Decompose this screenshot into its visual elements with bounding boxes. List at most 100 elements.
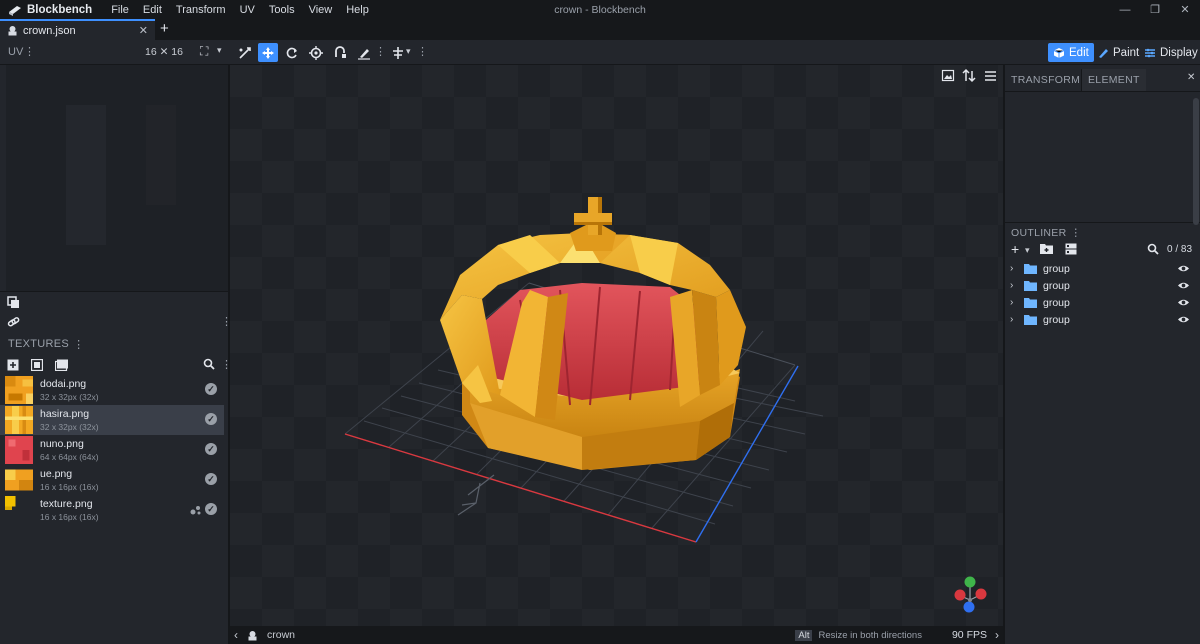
app-logo: Blockbench bbox=[0, 4, 92, 16]
minimize-button[interactable]: — bbox=[1110, 0, 1140, 19]
menu-tools[interactable]: Tools bbox=[262, 4, 302, 16]
toggle-list-icon[interactable] bbox=[1065, 243, 1077, 258]
menu-view[interactable]: View bbox=[302, 4, 340, 16]
import-texture-icon[interactable] bbox=[7, 359, 19, 374]
rotate-tool-icon[interactable] bbox=[282, 43, 302, 62]
texture-thumbnail bbox=[5, 469, 33, 491]
check-icon[interactable]: ✓ bbox=[205, 383, 217, 395]
texture-dimensions: 32 x 32px (32x) bbox=[40, 422, 99, 432]
model-icon bbox=[8, 26, 17, 36]
maximize-button[interactable]: ❐ bbox=[1140, 0, 1170, 19]
uv-copy-icon[interactable] bbox=[7, 296, 20, 312]
uv-editor[interactable] bbox=[6, 65, 228, 291]
mode-paint-button[interactable]: Paint bbox=[1092, 43, 1144, 62]
toolbar-menu-icon[interactable]: ⋮ bbox=[375, 45, 386, 58]
texture-thumbnail bbox=[5, 376, 33, 404]
chevron-right-icon[interactable]: › bbox=[1010, 314, 1022, 325]
tab-element[interactable]: ELEMENT bbox=[1082, 69, 1146, 91]
vertex-tool-icon[interactable] bbox=[330, 43, 350, 62]
outliner-scrollbar[interactable] bbox=[1193, 185, 1199, 225]
texture-item-texture[interactable]: texture.png 16 x 16px (16x) ✓ bbox=[0, 495, 224, 525]
chevron-left-icon[interactable]: ‹ bbox=[234, 628, 238, 642]
close-window-button[interactable]: ✕ bbox=[1170, 0, 1200, 19]
group-name: group bbox=[1043, 313, 1070, 326]
outliner-group-row[interactable]: › group bbox=[1005, 277, 1195, 294]
texture-item-nuno[interactable]: nuno.png 64 x 64px (64x) ✓ bbox=[0, 435, 224, 465]
uv-link-icon[interactable] bbox=[7, 315, 20, 331]
add-group-icon[interactable] bbox=[1040, 243, 1053, 257]
uv-menu-icon[interactable]: ⋮ bbox=[24, 45, 35, 58]
add-dropdown-icon[interactable]: ▾ bbox=[1025, 245, 1030, 256]
collapse-icon[interactable]: ✕ bbox=[1187, 72, 1195, 83]
tab-element-label: ELEMENT bbox=[1088, 74, 1140, 86]
check-icon[interactable]: ✓ bbox=[205, 413, 217, 425]
eye-icon[interactable] bbox=[1178, 263, 1189, 274]
outliner-group-row[interactable]: › group bbox=[1005, 260, 1195, 277]
check-icon[interactable]: ✓ bbox=[205, 443, 217, 455]
transform-dropdown-icon[interactable]: ▾ bbox=[406, 46, 411, 57]
texture-item-hasira[interactable]: hasira.png 32 x 32px (32x) ✓ bbox=[0, 405, 224, 435]
texture-item-dodai[interactable]: dodai.png 32 x 32px (32x) ✓ bbox=[0, 375, 224, 405]
texture-thumbnail bbox=[5, 406, 33, 434]
uv-faint-area bbox=[66, 105, 106, 245]
folder-icon bbox=[1024, 314, 1037, 325]
vertex-snap-icon[interactable] bbox=[235, 43, 255, 62]
menu-help[interactable]: Help bbox=[339, 4, 376, 16]
texture-dimensions: 64 x 64px (64x) bbox=[40, 452, 99, 462]
tab-label: crown.json bbox=[23, 24, 76, 37]
menu-transform[interactable]: Transform bbox=[169, 4, 233, 16]
transform-space-icon[interactable] bbox=[388, 43, 408, 62]
texture-group-icon[interactable] bbox=[54, 359, 69, 374]
menu-edit[interactable]: Edit bbox=[136, 4, 169, 16]
chevron-right-icon[interactable]: › bbox=[1010, 297, 1022, 308]
outliner-menu-icon[interactable]: ⋮ bbox=[1071, 227, 1082, 239]
search-icon[interactable] bbox=[203, 358, 215, 373]
fps-counter: 90 FPS bbox=[951, 629, 987, 641]
tab-crown[interactable]: crown.json ✕ bbox=[0, 19, 155, 40]
uv-fullscreen-icon[interactable]: ⛶ bbox=[200, 44, 208, 59]
move-tool-icon[interactable] bbox=[258, 43, 278, 62]
check-icon[interactable]: ✓ bbox=[205, 503, 217, 515]
chevron-right-icon[interactable]: › bbox=[1010, 263, 1022, 274]
texture-dimensions: 16 x 16px (16x) bbox=[40, 512, 99, 522]
add-element-icon[interactable]: + bbox=[1011, 242, 1019, 256]
window-controls: — ❐ ✕ bbox=[1110, 0, 1200, 19]
create-texture-icon[interactable] bbox=[30, 358, 44, 374]
mode-paint-label: Paint bbox=[1113, 46, 1140, 59]
folder-icon bbox=[1024, 297, 1037, 308]
blockbench-icon bbox=[9, 5, 21, 16]
eye-icon[interactable] bbox=[1178, 297, 1189, 308]
mode-display-button[interactable]: Display bbox=[1139, 43, 1200, 62]
uv-size[interactable]: 16 ✕ 16 bbox=[145, 46, 183, 58]
outliner-group-row[interactable]: › group bbox=[1005, 311, 1195, 328]
toolbar-menu-icon-2[interactable]: ⋮ bbox=[417, 45, 428, 58]
close-tab-icon[interactable]: ✕ bbox=[139, 24, 148, 37]
menu-file[interactable]: File bbox=[104, 4, 136, 16]
chevron-right-icon[interactable]: › bbox=[995, 628, 999, 642]
brush-tool-icon[interactable] bbox=[354, 43, 374, 62]
divider bbox=[1005, 91, 1200, 92]
eye-icon[interactable] bbox=[1178, 280, 1189, 291]
pivot-tool-icon[interactable] bbox=[306, 43, 326, 62]
texture-dimensions: 16 x 16px (16x) bbox=[40, 482, 99, 492]
textures-title: TEXTURES bbox=[8, 338, 70, 350]
uv-dropdown-icon[interactable]: ▾ bbox=[217, 45, 222, 56]
menu-uv[interactable]: UV bbox=[233, 4, 262, 16]
particle-icon[interactable] bbox=[190, 504, 202, 516]
element-count: 0 / 83 bbox=[1167, 244, 1193, 255]
search-icon[interactable] bbox=[1147, 243, 1159, 258]
uv-faint-area-2 bbox=[146, 105, 176, 205]
texture-item-ue[interactable]: ue.png 16 x 16px (16x) ✓ bbox=[0, 465, 224, 495]
chevron-right-icon[interactable]: › bbox=[1010, 280, 1022, 291]
textures-header: TEXTURES ⋮ bbox=[0, 334, 228, 354]
eye-icon[interactable] bbox=[1178, 314, 1189, 325]
new-tab-button[interactable]: + bbox=[160, 20, 169, 38]
3d-viewport[interactable] bbox=[230, 65, 1003, 626]
check-icon[interactable]: ✓ bbox=[205, 473, 217, 485]
texture-name: hasira.png bbox=[40, 408, 90, 420]
title-bar: Blockbench File Edit Transform UV Tools … bbox=[0, 0, 1200, 19]
outliner-group-row[interactable]: › group bbox=[1005, 294, 1195, 311]
group-name: group bbox=[1043, 279, 1070, 292]
textures-menu-icon[interactable]: ⋮ bbox=[73, 338, 84, 351]
mode-edit-button[interactable]: Edit bbox=[1048, 43, 1094, 62]
